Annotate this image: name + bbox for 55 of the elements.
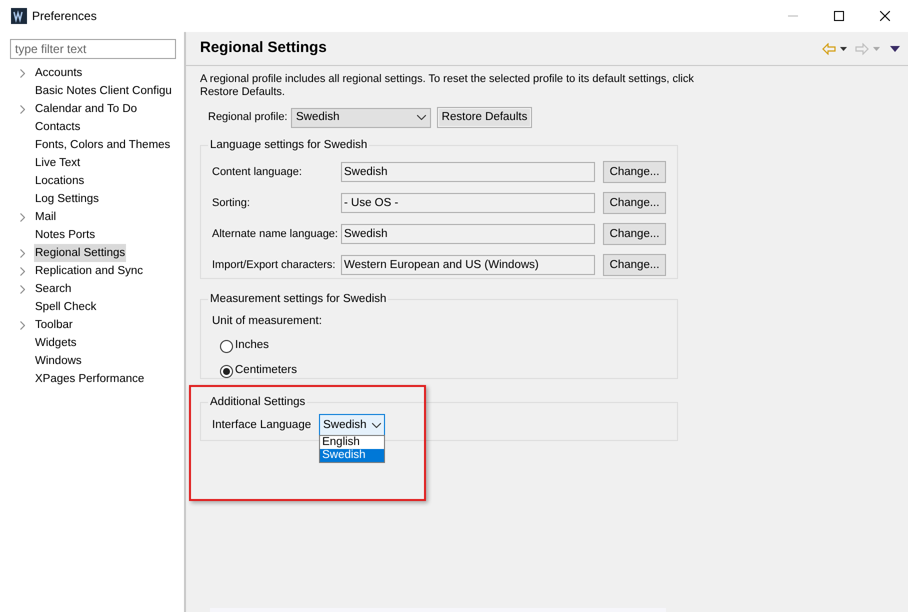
tree-item[interactable]: Live Text <box>34 154 82 172</box>
radio-button[interactable] <box>220 364 233 378</box>
value-field[interactable]: - Use OS - <box>341 193 595 214</box>
tree-item[interactable]: Fonts, Colors and Themes <box>34 136 172 154</box>
dropdown-option[interactable]: Swedish <box>320 449 384 462</box>
change-button[interactable]: Change... <box>603 161 666 184</box>
tree-item[interactable]: Search <box>34 280 72 298</box>
value-field[interactable]: Western European and US (Windows) <box>341 255 595 276</box>
dropdown-caret-icon[interactable] <box>840 46 847 50</box>
tree-item[interactable]: Notes Ports <box>34 226 96 244</box>
chevron-down-icon <box>417 115 426 120</box>
tree-item[interactable]: Locations <box>34 172 86 190</box>
profile-dropdown[interactable]: Swedish <box>291 108 431 128</box>
app-icon <box>11 8 27 24</box>
field-label: Regional profile: <box>208 110 285 126</box>
option-label: Centimeters <box>235 363 297 378</box>
maximize-icon <box>834 11 844 21</box>
group-title: Measurement settings for Swedish <box>209 292 388 307</box>
tree-item[interactable]: Spell Check <box>34 298 98 316</box>
page-title: Regional Settings <box>200 38 327 58</box>
value-field[interactable]: Swedish <box>341 162 595 182</box>
field-label: Content language: <box>212 165 303 180</box>
option-label: Inches <box>235 338 269 354</box>
window-title: Preferences <box>32 8 97 25</box>
tree-item[interactable]: Calendar and To Do <box>34 100 138 118</box>
tree-item[interactable]: Contacts <box>34 118 82 136</box>
field-label: Unit of measurement: <box>212 314 323 330</box>
view-menu-icon[interactable] <box>890 46 900 52</box>
dropdown-option[interactable]: English <box>320 436 384 450</box>
description-text: A regional profile includes all regional settings. To reset the selected profile to its default settings, click Restore Defaults. <box>200 73 695 99</box>
tree-item[interactable]: Basic Notes Client Configu <box>34 82 173 100</box>
field-label: Alternate name language: <box>212 227 339 242</box>
group-title: Language settings for Swedish <box>209 138 368 153</box>
field-label: Sorting: <box>212 196 251 211</box>
tree-item[interactable]: XPages Performance <box>34 370 146 388</box>
value-field[interactable]: Swedish <box>341 224 595 244</box>
group-title: Additional Settings <box>209 395 306 410</box>
change-button[interactable]: Change... <box>603 254 666 276</box>
tree-item[interactable]: Regional Settings <box>34 244 126 262</box>
filter-field[interactable]: type filter text <box>10 39 176 59</box>
change-button[interactable]: Change... <box>603 223 666 246</box>
tree-item[interactable]: Windows <box>34 352 83 370</box>
tree-item[interactable]: Replication and Sync <box>34 262 144 280</box>
restore-defaults-button[interactable]: Restore Defaults <box>437 107 532 128</box>
change-button[interactable]: Change... <box>603 192 666 214</box>
tree-item[interactable]: Widgets <box>34 334 78 352</box>
close-icon <box>880 11 890 21</box>
tree-item[interactable]: Accounts <box>34 64 84 82</box>
tree-item[interactable]: Log Settings <box>34 190 100 208</box>
tree-item[interactable]: Mail <box>34 208 58 226</box>
radio-button[interactable] <box>220 340 233 352</box>
field-label: Import/Export characters: <box>212 258 336 273</box>
tree-item[interactable]: Toolbar <box>34 316 74 334</box>
chevron-down-icon <box>372 422 382 428</box>
field-label: Interface Language <box>212 418 312 433</box>
